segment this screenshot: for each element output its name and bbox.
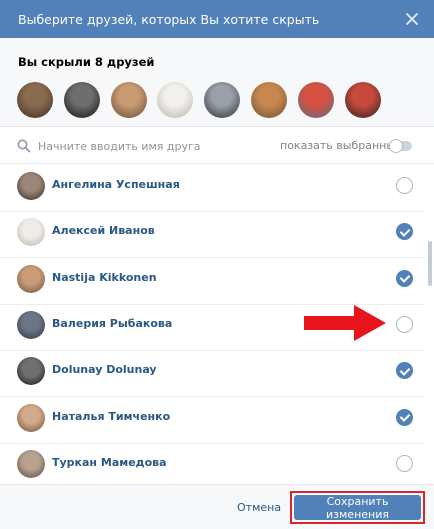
hidden-friend-avatar[interactable]	[250, 82, 287, 118]
search-input[interactable]	[38, 136, 248, 156]
friend-row[interactable]: Туркан Мамедова	[0, 443, 425, 483]
friend-row[interactable]: Dolunay Dolunay	[0, 350, 425, 398]
friend-checkbox-checked[interactable]	[396, 408, 413, 426]
friend-avatar	[17, 218, 45, 247]
hidden-friend-avatar[interactable]	[157, 82, 194, 118]
friend-name: Наталья Тимченко	[52, 409, 171, 423]
dialog-header: Выберите друзей, которых Вы хотите скрыт…	[0, 0, 434, 38]
friend-name: Алексей Иванов	[52, 224, 155, 238]
friend-name: Валерия Рыбакова	[52, 316, 173, 330]
save-button[interactable]: Сохранить изменения	[294, 495, 421, 521]
friend-row[interactable]: Ангелина Успешная	[0, 165, 425, 212]
hidden-friend-avatar[interactable]	[63, 82, 100, 118]
friend-name: Ангелина Успешная	[52, 178, 180, 191]
hidden-friend-avatar[interactable]	[204, 82, 241, 118]
friend-avatar	[17, 172, 45, 200]
show-selected-toggle[interactable]	[389, 139, 412, 153]
hidden-friend-avatar[interactable]	[297, 82, 334, 118]
friend-row[interactable]: Наталья Тимченко	[0, 397, 425, 444]
search-icon	[17, 139, 31, 153]
friend-checkbox-checked[interactable]	[396, 223, 413, 241]
hidden-friend-avatar[interactable]	[17, 82, 53, 118]
friend-checkbox[interactable]	[396, 315, 413, 333]
hidden-friend-avatar[interactable]	[344, 82, 381, 118]
friend-avatar	[17, 449, 45, 478]
friend-row[interactable]: Алексей Иванов	[0, 211, 425, 259]
scrollbar[interactable]	[428, 241, 432, 286]
hidden-friends-avatars	[17, 82, 391, 118]
dialog-footer: Отмена Сохранить изменения	[0, 484, 434, 529]
friend-checkbox[interactable]	[396, 454, 413, 472]
hidden-friends-section: Вы скрыли 8 друзей	[0, 38, 434, 127]
friend-avatar	[17, 357, 45, 386]
save-button-highlight: Сохранить изменения	[290, 491, 425, 524]
friend-name: Dolunay Dolunay	[52, 363, 157, 377]
dialog-title: Выберите друзей, которых Вы хотите скрыт…	[18, 11, 320, 27]
friend-name: Nastija Kikkonen	[52, 270, 157, 284]
cancel-button[interactable]: Отмена	[237, 501, 281, 514]
friend-name: Туркан Мамедова	[52, 455, 167, 469]
friend-avatar	[17, 310, 45, 339]
red-arrow-annotation	[304, 305, 386, 341]
show-selected-label: показать выбранных	[280, 139, 402, 152]
friend-checkbox-checked[interactable]	[396, 269, 413, 287]
friend-avatar	[17, 403, 45, 432]
hidden-friends-title: Вы скрыли 8 друзей	[18, 55, 155, 69]
friend-avatar	[17, 264, 45, 293]
friend-row[interactable]: Nastija Kikkonen	[0, 258, 425, 305]
hidden-friend-avatar[interactable]	[110, 82, 147, 118]
friend-checkbox-checked[interactable]	[396, 362, 413, 380]
close-icon[interactable]	[403, 10, 421, 28]
friend-checkbox[interactable]	[396, 177, 413, 194]
search-bar: показать выбранных	[0, 128, 434, 164]
